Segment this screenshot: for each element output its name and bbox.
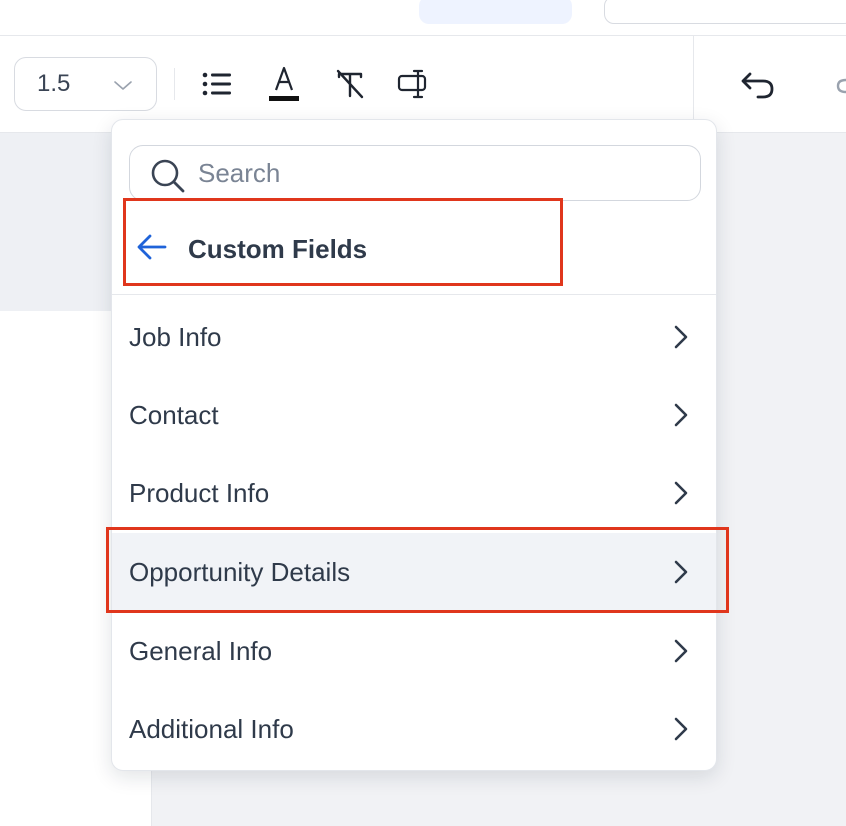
menu-item-additional-info[interactable]: Additional Info <box>112 690 716 768</box>
chevron-right-icon <box>674 560 688 584</box>
top-input-box[interactable] <box>604 0 846 24</box>
menu-item-contact[interactable]: Contact <box>112 376 716 454</box>
line-height-value: 1.5 <box>37 70 71 97</box>
top-active-tab[interactable] <box>419 0 572 24</box>
chevron-right-icon <box>674 325 688 349</box>
menu-item-label: General Info <box>129 635 273 666</box>
menu-item-label: Product Info <box>129 477 270 508</box>
menu-item-product-info[interactable]: Product Info <box>112 454 716 532</box>
menu-item-label: Job Info <box>129 321 222 352</box>
arrow-left-icon <box>137 234 167 260</box>
canvas-area-left <box>0 133 120 311</box>
search-icon <box>151 159 185 193</box>
menu-item-label: Additional Info <box>129 713 294 744</box>
line-height-select[interactable]: 1.5 <box>14 57 157 111</box>
undo-icon[interactable] <box>738 64 778 104</box>
chevron-right-icon <box>674 639 688 663</box>
custom-fields-dropdown: Custom Fields Job Info Contact Product I… <box>111 119 717 771</box>
menu-item-label: Contact <box>129 399 219 430</box>
search-input[interactable] <box>196 156 676 190</box>
menu-item-opportunity-details[interactable]: Opportunity Details <box>112 533 716 611</box>
clear-format-button[interactable] <box>330 64 370 104</box>
list-icon <box>202 72 231 96</box>
chevron-right-icon <box>674 481 688 505</box>
text-color-icon <box>269 66 299 101</box>
text-color-button[interactable] <box>264 64 304 104</box>
chevron-down-icon <box>114 81 132 90</box>
chevron-right-icon <box>674 717 688 741</box>
text-field-icon <box>397 69 427 99</box>
insert-field-button[interactable] <box>393 64 433 104</box>
back-to-custom-fields[interactable]: Custom Fields <box>123 198 563 286</box>
menu-item-general-info[interactable]: General Info <box>112 612 716 690</box>
list-button[interactable] <box>197 64 237 104</box>
dropdown-divider <box>112 294 716 295</box>
menu-item-job-info[interactable]: Job Info <box>112 298 716 376</box>
search-box <box>129 145 701 201</box>
toolbar-separator <box>174 68 175 100</box>
redo-icon[interactable] <box>834 76 846 96</box>
menu-item-label: Opportunity Details <box>129 556 351 587</box>
chevron-right-icon <box>674 403 688 427</box>
clear-format-icon <box>336 69 364 99</box>
dropdown-header-title: Custom Fields <box>188 234 368 264</box>
